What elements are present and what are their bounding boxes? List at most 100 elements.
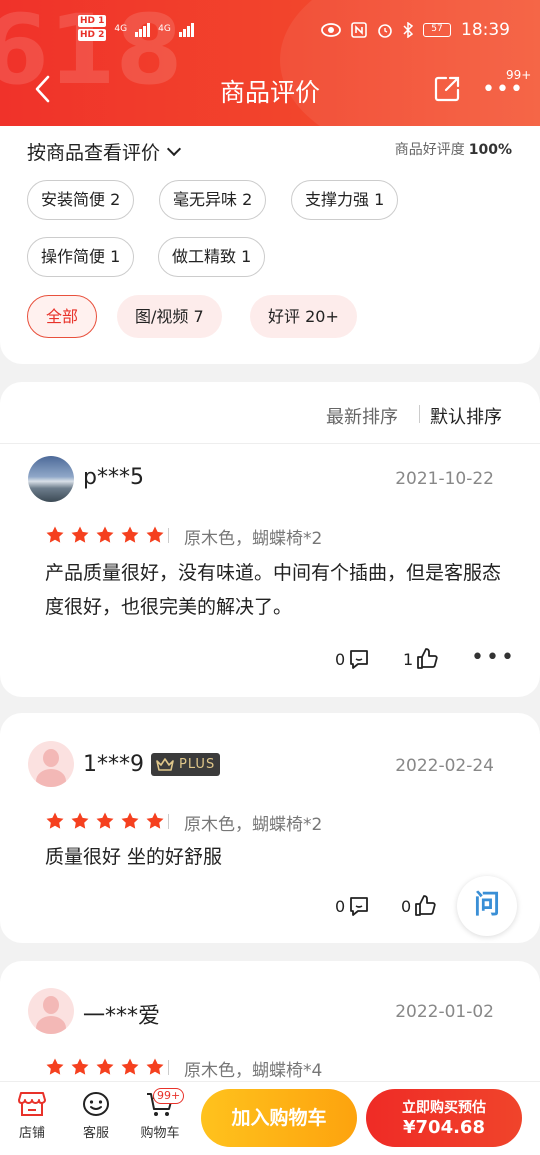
bluetooth-icon <box>403 22 413 38</box>
buy-now-button[interactable]: 立即购买预估 ¥704.68 <box>366 1089 522 1147</box>
like-count: 0 <box>401 896 412 916</box>
rating-stars <box>45 1057 165 1077</box>
share-icon[interactable] <box>432 74 462 104</box>
star-icon <box>71 812 89 829</box>
cart-label: 购物车 <box>140 1126 180 1141</box>
service-smile-icon <box>83 1092 109 1116</box>
reviewer-name: p***5 <box>83 465 144 490</box>
star-icon <box>46 812 64 829</box>
rating-stars <box>45 811 165 831</box>
good-rate-value: 100% <box>468 142 512 158</box>
star-icon <box>121 1058 139 1075</box>
keyword-tag[interactable]: 做工精致 1 <box>158 237 266 277</box>
review-text: 质量很好 坐的好舒服 <box>45 846 223 868</box>
comment-count: 0 <box>335 896 346 916</box>
reviewer-name: 1***9 <box>83 752 144 777</box>
thumbs-up-icon <box>415 895 436 916</box>
keyword-tag[interactable]: 毫无异味 2 <box>159 180 267 220</box>
star-icon <box>71 526 89 543</box>
battery-icon: 57 <box>423 23 451 37</box>
review-date: 2022-01-02 <box>395 1002 494 1022</box>
product-spec-text: 原木色，蝴蝶椅*2 <box>184 529 323 549</box>
avatar[interactable] <box>28 988 74 1034</box>
buy-now-price: ¥704.68 <box>403 1117 485 1138</box>
like-button[interactable]: 1 <box>403 647 439 671</box>
product-spec-text: 原木色，蝴蝶椅*2 <box>184 815 323 835</box>
filter-tab-media[interactable]: 图/视频 7 <box>117 295 222 338</box>
by-product-label: 按商品查看评价 <box>27 142 161 164</box>
filter-tab-positive[interactable]: 好评 20+ <box>250 295 357 338</box>
sim1-label: HD 1 <box>78 15 107 27</box>
star-icon <box>71 1058 89 1075</box>
star-icon <box>146 812 164 829</box>
avatar[interactable] <box>28 741 74 787</box>
sort-default-button[interactable]: 默认排序 <box>430 403 502 429</box>
chevron-down-icon <box>166 141 182 157</box>
product-spec: 原木色，蝴蝶椅*2 <box>167 810 323 835</box>
plus-member-badge: PLUS <box>151 753 221 776</box>
store-label: 店铺 <box>18 1126 45 1141</box>
clock: 18:39 <box>461 20 510 40</box>
sim2-label: HD 2 <box>78 29 107 41</box>
service-label: 客服 <box>82 1126 109 1141</box>
comment-icon <box>350 650 369 669</box>
status-bar: HD 1 HD 2 4G 4G 57 18:39 <box>0 0 540 64</box>
star-icon <box>146 1058 164 1075</box>
good-rate-label: 商品好评度 <box>394 142 465 158</box>
status-bar-system: 57 18:39 <box>321 20 510 40</box>
message-badge: 99+ <box>506 68 532 82</box>
good-rate: 商品好评度 100% <box>395 139 512 159</box>
keyword-tag[interactable]: 安装简便 2 <box>27 180 135 220</box>
status-bar-signals: HD 1 HD 2 4G 4G <box>78 15 194 43</box>
store-button[interactable]: 店铺 <box>7 1090 57 1141</box>
star-icon <box>121 812 139 829</box>
ask-question-button[interactable]: 问 <box>457 876 517 936</box>
by-product-dropdown[interactable]: 按商品查看评价 <box>27 138 182 165</box>
buy-now-label: 立即购买预估 <box>402 1100 486 1116</box>
star-icon <box>96 1058 114 1075</box>
network1-label: 4G <box>114 24 128 34</box>
signal-1-icon <box>135 21 151 37</box>
comment-icon <box>350 897 369 916</box>
cart-badge: 99+ <box>153 1088 185 1104</box>
like-button[interactable]: 0 <box>401 894 437 918</box>
star-icon <box>96 526 114 543</box>
keyword-tag[interactable]: 支撑力强 1 <box>291 180 399 220</box>
star-icon <box>146 526 164 543</box>
star-icon <box>121 526 139 543</box>
thumbs-up-icon <box>417 648 438 669</box>
filter-tab-all[interactable]: 全部 <box>27 295 98 338</box>
rating-stars <box>45 525 165 545</box>
network2-label: 4G <box>158 24 171 34</box>
store-icon <box>18 1092 46 1116</box>
more-menu-icon[interactable]: ••• <box>482 79 524 101</box>
customer-service-button[interactable]: 客服 <box>71 1090 121 1141</box>
star-icon <box>46 526 64 543</box>
eye-icon <box>321 23 341 37</box>
keyword-tag[interactable]: 操作简便 1 <box>27 237 135 277</box>
comment-count: 0 <box>335 649 346 669</box>
alarm-icon <box>378 24 392 38</box>
nfc-icon <box>351 22 367 38</box>
sort-divider <box>419 405 420 423</box>
comment-button[interactable]: 0 <box>335 894 371 918</box>
star-icon <box>96 812 114 829</box>
avatar[interactable] <box>28 456 74 502</box>
star-icon <box>46 1058 64 1075</box>
sort-latest-button[interactable]: 最新排序 <box>326 403 398 429</box>
plus-label: PLUS <box>179 757 216 772</box>
reviewer-name: 一***爱 <box>83 1004 161 1029</box>
product-spec: 原木色，蝴蝶椅*4 <box>167 1056 323 1081</box>
review-date: 2022-02-24 <box>395 756 494 776</box>
sim-indicator: HD 1 HD 2 <box>78 15 107 43</box>
divider <box>0 443 540 444</box>
signal-2-icon <box>178 21 194 37</box>
product-spec: 原木色，蝴蝶椅*2 <box>167 524 323 549</box>
product-spec-text: 原木色，蝴蝶椅*4 <box>184 1061 323 1081</box>
more-actions-icon[interactable]: ••• <box>471 647 516 669</box>
crown-icon <box>156 758 174 771</box>
like-count: 1 <box>403 649 414 669</box>
comment-button[interactable]: 0 <box>335 647 371 671</box>
add-to-cart-button[interactable]: 加入购物车 <box>201 1089 357 1147</box>
review-text: 产品质量很好，没有味道。中间有个插曲，但是客服态度很好，也很完美的解决了。 <box>45 562 502 618</box>
